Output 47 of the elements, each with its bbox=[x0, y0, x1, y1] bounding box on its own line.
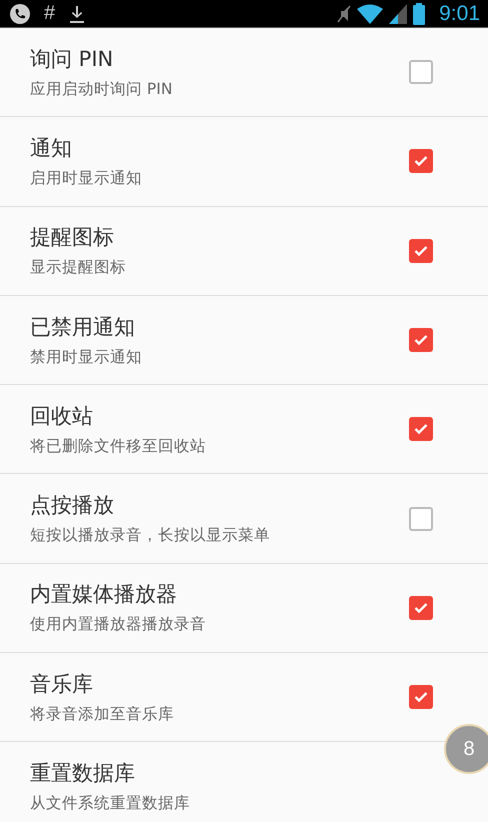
setting-summary: 应用启动时询问 PIN bbox=[30, 78, 172, 100]
setting-title: 内置媒体播放器 bbox=[30, 581, 178, 608]
checkbox[interactable] bbox=[409, 238, 433, 263]
setting-title: 通知 bbox=[30, 134, 73, 162]
setting-summary: 禁用时显示通知 bbox=[30, 346, 142, 368]
check-icon bbox=[414, 691, 428, 704]
clock: 9:01 bbox=[439, 2, 480, 26]
setting-item[interactable]: 已禁用通知 禁用时显示通知 bbox=[0, 296, 488, 386]
setting-summary: 将已删除文件移至回收站 bbox=[30, 436, 206, 457]
checkbox[interactable] bbox=[409, 60, 433, 84]
check-icon bbox=[414, 155, 428, 168]
setting-item[interactable]: 内置媒体播放器 使用内置播放器播放录音 bbox=[0, 564, 488, 654]
setting-title: 已禁用通知 bbox=[30, 314, 136, 341]
setting-item[interactable]: 提醒图标 显示提醒图标 bbox=[0, 206, 488, 296]
notification-symbol: # bbox=[44, 2, 56, 25]
setting-title: 点按播放 bbox=[30, 492, 115, 520]
setting-summary: 显示提醒图标 bbox=[30, 257, 126, 278]
setting-summary: 短按以播放录音，长按以显示菜单 bbox=[30, 525, 270, 546]
setting-title: 询问 PIN bbox=[30, 46, 114, 73]
setting-summary: 将录音添加至音乐库 bbox=[30, 704, 174, 725]
signal-icon bbox=[389, 4, 408, 24]
wifi-icon bbox=[357, 4, 384, 24]
checkbox[interactable] bbox=[409, 328, 433, 352]
setting-summary: 使用内置播放器播放录音 bbox=[30, 614, 206, 636]
check-icon bbox=[414, 423, 428, 436]
checkbox[interactable] bbox=[409, 506, 433, 531]
battery-icon bbox=[413, 2, 426, 24]
setting-item[interactable]: 询问 PIN 应用启动时询问 PIN bbox=[0, 28, 488, 118]
setting-summary: 从文件系统重置数据库 bbox=[30, 793, 190, 814]
setting-title: 音乐库 bbox=[30, 670, 94, 698]
check-icon bbox=[414, 334, 428, 346]
checkbox[interactable] bbox=[409, 417, 433, 442]
check-icon bbox=[414, 244, 428, 257]
setting-item[interactable]: 通知 启用时显示通知 bbox=[0, 117, 488, 207]
muted-icon bbox=[337, 4, 352, 22]
phone-icon bbox=[10, 4, 30, 24]
checkbox[interactable] bbox=[409, 685, 433, 710]
setting-item[interactable]: 点按播放 短按以播放录音，长按以显示菜单 bbox=[0, 474, 488, 564]
setting-summary: 启用时显示通知 bbox=[30, 168, 142, 189]
setting-title: 重置数据库 bbox=[30, 760, 136, 788]
checkbox[interactable] bbox=[409, 149, 433, 174]
setting-title: 回收站 bbox=[30, 402, 94, 430]
download-icon bbox=[69, 4, 86, 24]
checkbox[interactable] bbox=[409, 596, 433, 620]
check-icon bbox=[414, 602, 428, 614]
setting-title: 提醒图标 bbox=[30, 224, 115, 252]
setting-item[interactable]: 回收站 将已删除文件移至回收站 bbox=[0, 385, 488, 474]
